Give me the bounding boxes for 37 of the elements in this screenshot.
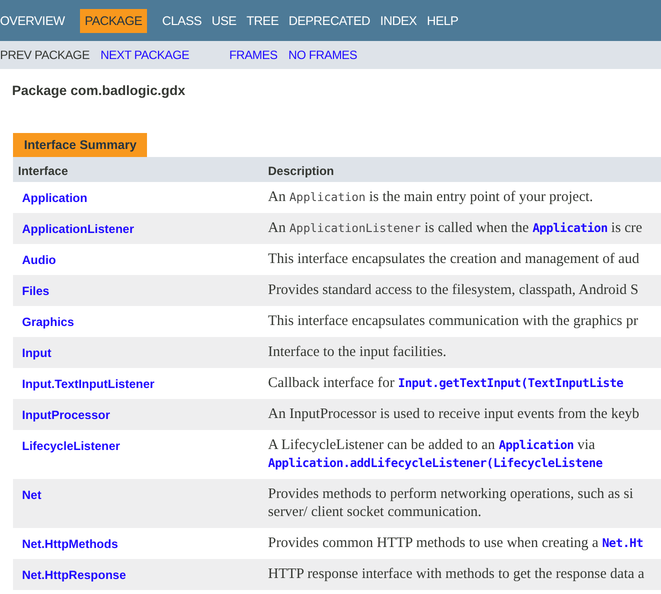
nav-link[interactable]: OVERVIEW [0, 8, 65, 32]
interface-link[interactable]: Application [22, 191, 88, 205]
code-link[interactable]: Input.getTextInput(TextInputListe [398, 376, 624, 390]
description-cell: An ApplicationListener is called when the Application is cre [265, 213, 661, 244]
nav-link[interactable]: TREE [246, 8, 279, 32]
nav-link[interactable]: INDEX [380, 8, 417, 32]
nav-link[interactable]: USE [212, 8, 236, 32]
code-link[interactable]: Net.Ht [602, 536, 644, 550]
interface-link[interactable]: Net.HttpMethods [22, 537, 118, 551]
interface-link[interactable]: Input.TextInputListener [22, 377, 154, 391]
column-header: Description [265, 157, 661, 182]
interface-link[interactable]: Net.HttpResponse [22, 568, 126, 582]
nav-link[interactable]: NO FRAMES [288, 48, 358, 62]
interface-link[interactable]: Audio [22, 253, 56, 267]
code-link[interactable]: Application [532, 221, 608, 235]
column-header: Interface [13, 157, 265, 182]
interface-link[interactable]: Input [22, 346, 52, 360]
interface-link[interactable]: ApplicationListener [22, 222, 134, 236]
description-cell: Provides standard access to the filesystem, classpath, Android S [265, 275, 661, 306]
code-link[interactable]: Application [498, 438, 574, 452]
interface-link[interactable]: Net [22, 488, 42, 502]
page-title: Package com.badlogic.gdx [12, 83, 186, 98]
interface-link[interactable]: Files [22, 284, 50, 298]
description-cell: Interface to the input facilities. [265, 337, 661, 368]
description-cell: Provides methods to perform networking operations, such as si server/ client socket communication. [265, 479, 661, 528]
code-link[interactable]: Application.addLifecycleListener(LifecycleListene [268, 456, 602, 470]
nav-link[interactable]: FRAMES [229, 48, 278, 62]
nav-link[interactable]: CLASS [162, 8, 202, 32]
description-cell: HTTP response interface with methods to get the response data a [265, 559, 661, 590]
interface-link[interactable]: Graphics [22, 315, 74, 329]
nav-link[interactable]: DEPRECATED [288, 8, 370, 32]
nav-link[interactable]: HELP [426, 8, 458, 32]
nav-link[interactable]: PACKAGE [80, 8, 148, 32]
nav-link[interactable]: NEXT PACKAGE [100, 48, 190, 62]
interface-link[interactable]: InputProcessor [22, 408, 110, 422]
description-cell: An InputProcessor is used to receive input events from the keyb [265, 399, 661, 430]
interface-link[interactable]: LifecycleListener [22, 439, 120, 453]
